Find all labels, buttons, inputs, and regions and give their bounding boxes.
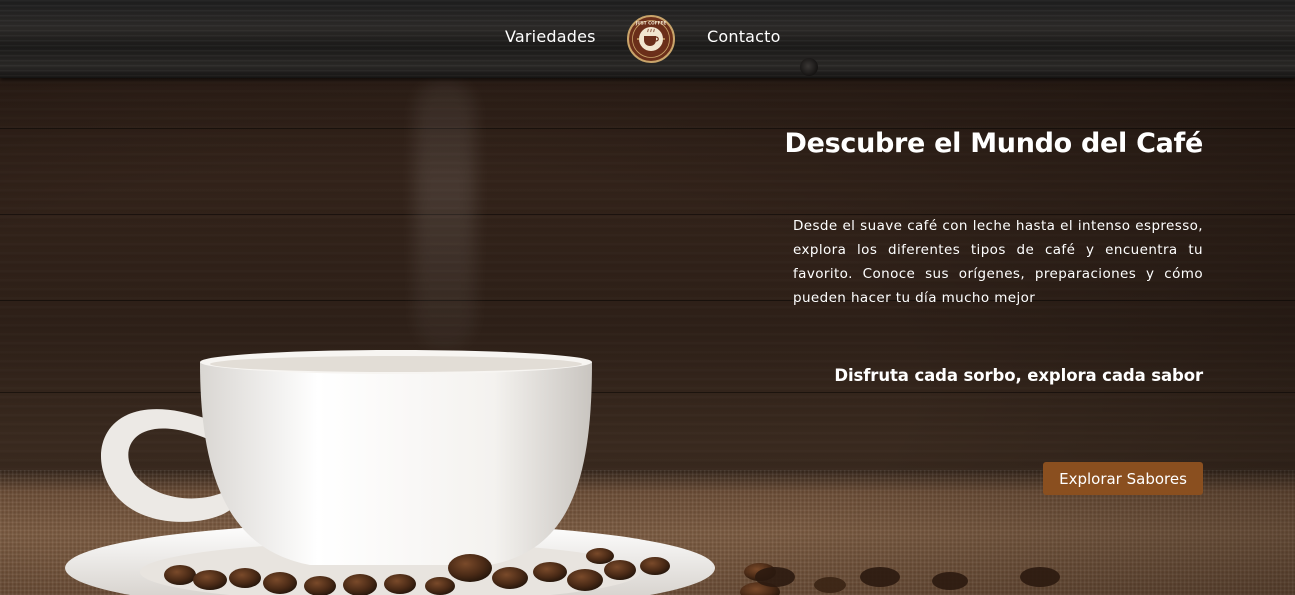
- page: Variedades JUST COFFEE Contacto Descubre…: [0, 0, 1295, 595]
- nail-decoration: [800, 58, 818, 76]
- nav-link-contacto[interactable]: Contacto: [707, 27, 781, 46]
- hero-title: Descubre el Mundo del Café: [784, 128, 1203, 159]
- steam: [415, 80, 475, 350]
- coffee-cup-emblem-icon[interactable]: JUST COFFEE: [627, 15, 675, 63]
- explore-flavors-button[interactable]: Explorar Sabores: [1043, 462, 1203, 495]
- nav-link-variedades[interactable]: Variedades: [505, 27, 596, 46]
- loose-beans: [755, 567, 1060, 593]
- hero-tagline: Disfruta cada sorbo, explora cada sabor: [834, 366, 1203, 385]
- hero-description: Desde el suave café con leche hasta el i…: [793, 218, 1203, 306]
- top-navbar: Variedades JUST COFFEE Contacto: [0, 0, 1295, 78]
- logo-text: JUST COFFEE: [635, 21, 667, 26]
- coffee-cup-image: [65, 350, 780, 595]
